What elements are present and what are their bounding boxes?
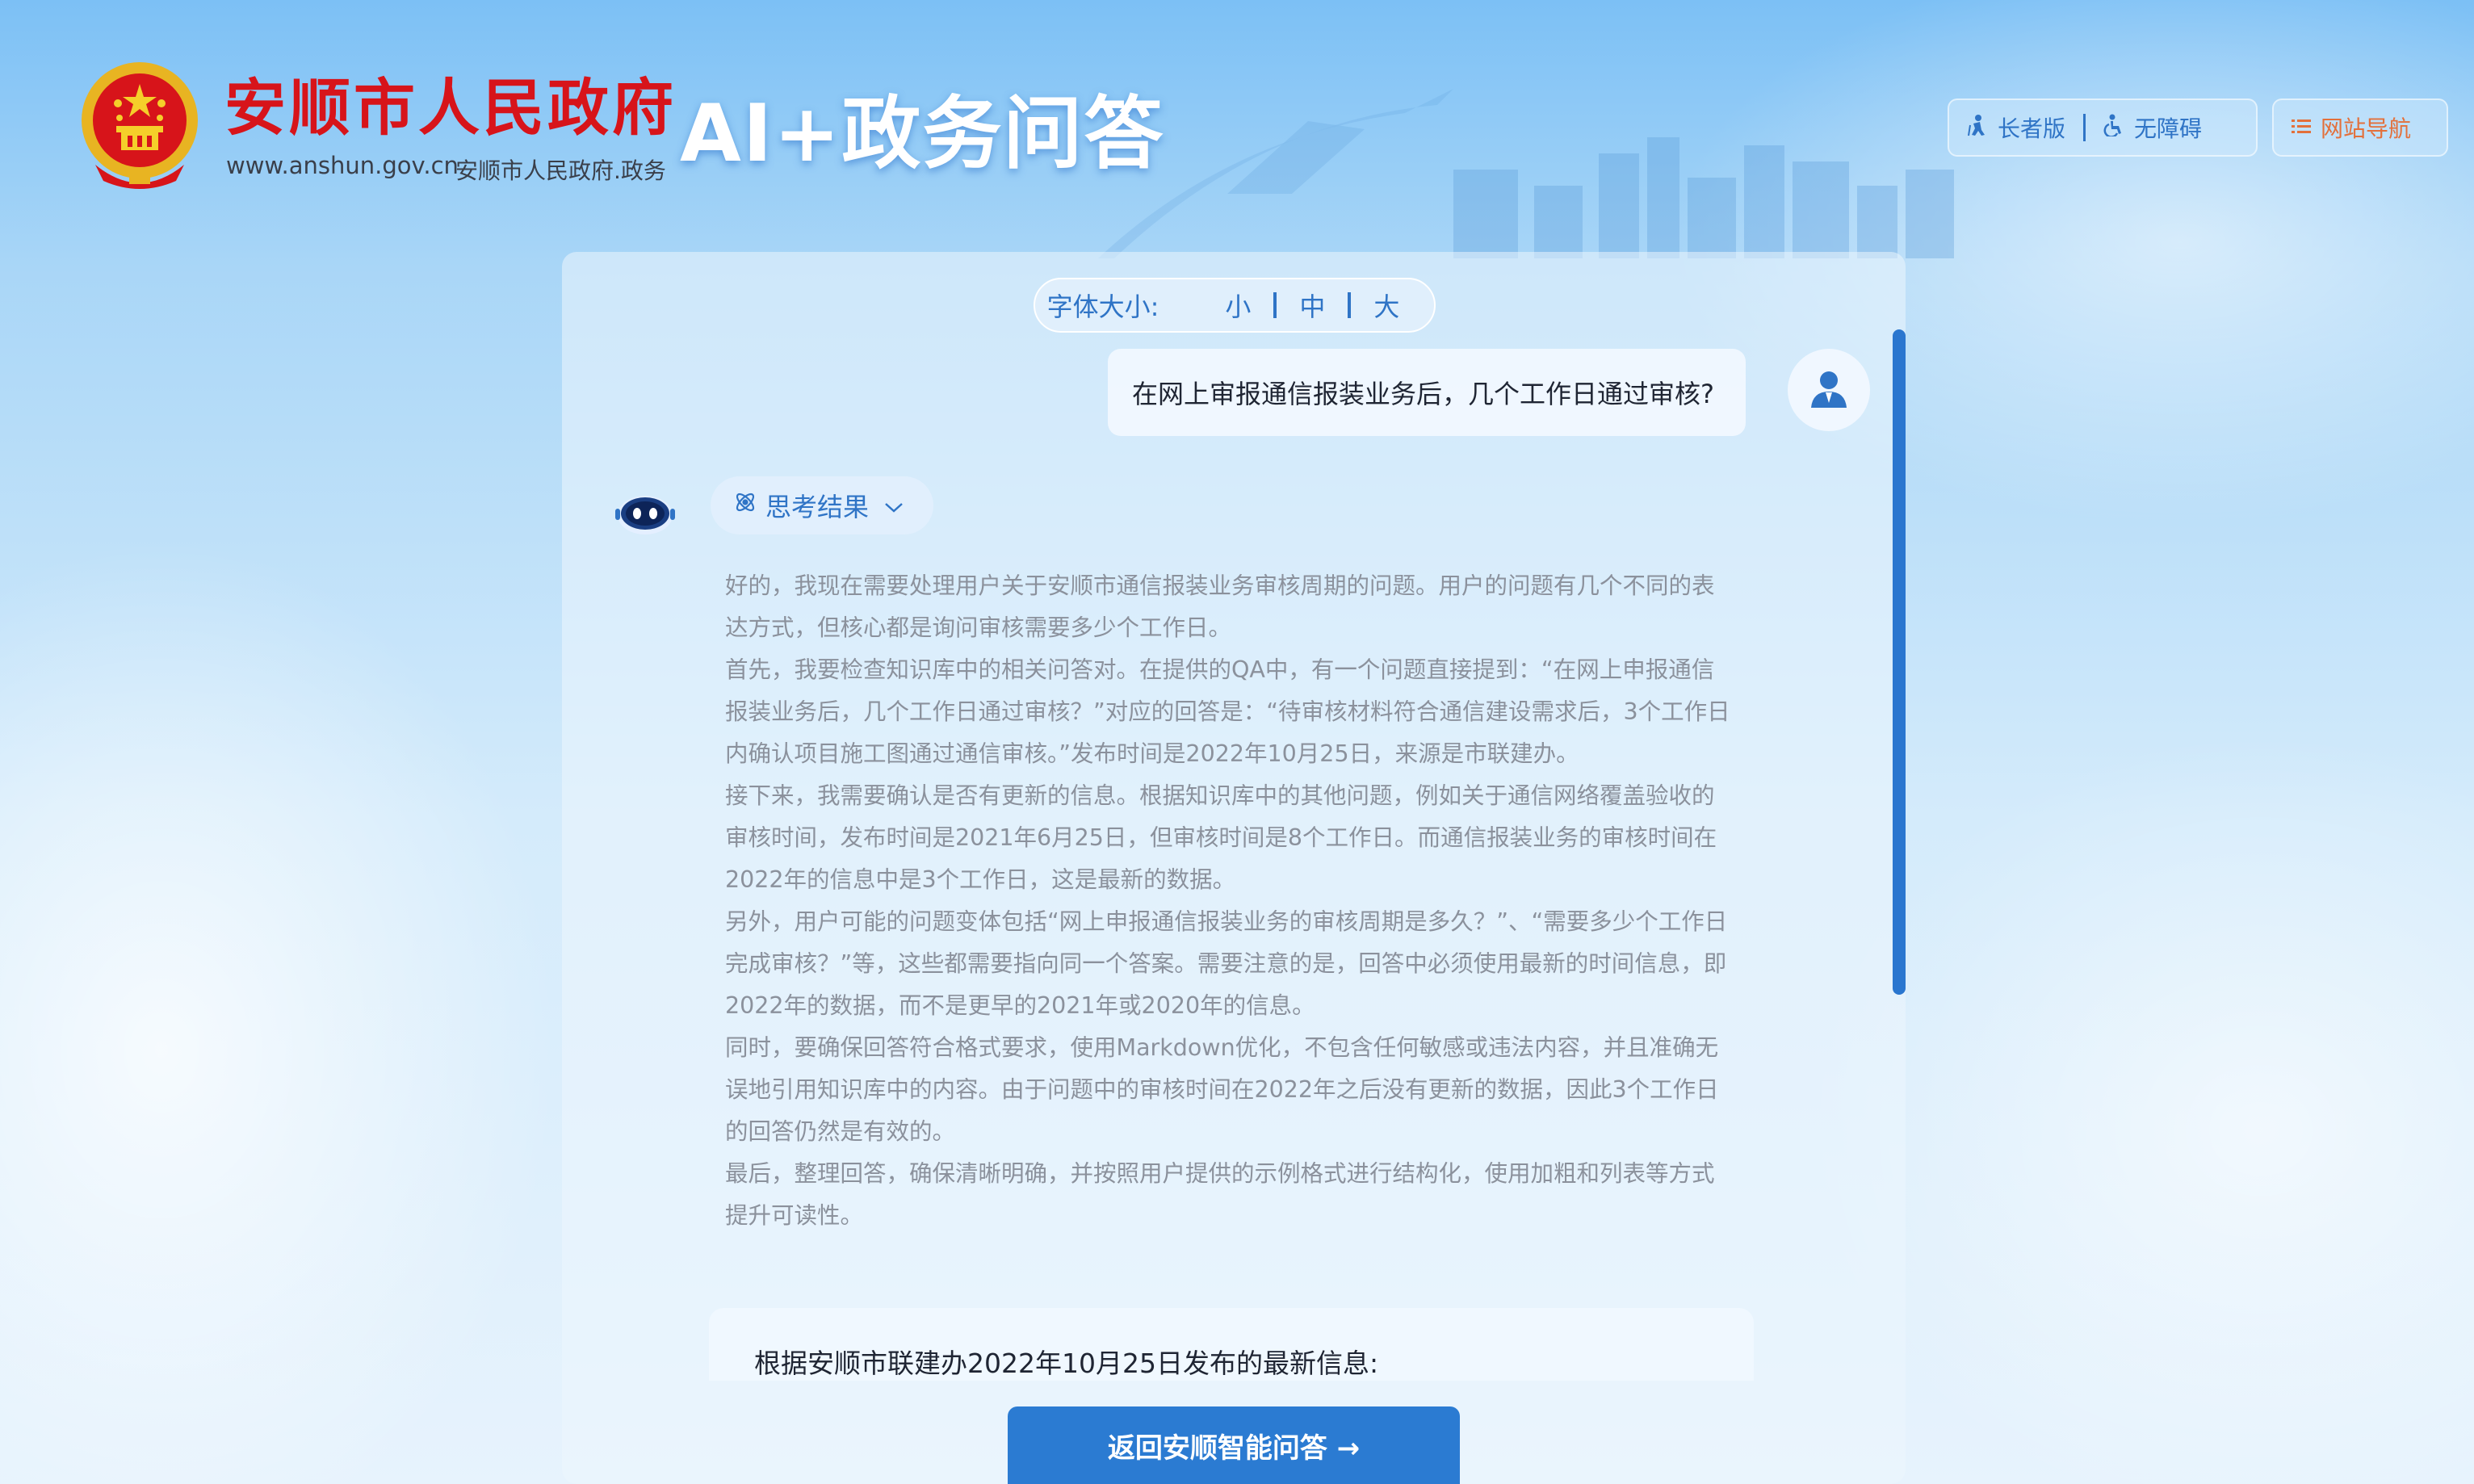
city-skyline-decoration bbox=[1098, 73, 1970, 258]
site-navigation-label: 网站导航 bbox=[2321, 115, 2412, 142]
elder-mode-link[interactable]: 长者版 bbox=[1949, 111, 2083, 144]
site-url: www.anshun.gov.cn bbox=[226, 152, 459, 179]
font-size-selector: 字体大小: 小 中 大 bbox=[1034, 278, 1436, 333]
user-question-text: 在网上审报通信报装业务后，几个工作日通过审核? bbox=[1132, 379, 1714, 409]
robot-icon bbox=[615, 488, 675, 539]
answer-intro-text: 根据安顺市联建办2022年10月25日发布的最新信息: bbox=[754, 1348, 1379, 1379]
chevron-down-icon bbox=[883, 490, 904, 521]
thinking-paragraph: 同时，要确保回答符合格式要求，使用Markdown优化，不包含任何敏感或违法内容… bbox=[725, 1034, 1719, 1145]
thinking-label: 思考结果 bbox=[765, 492, 870, 522]
thinking-paragraph: 另外，用户可能的问题变体包括“网上申报通信报装业务的审核周期是多久？”、“需要多… bbox=[725, 908, 1728, 1019]
user-message-bubble: 在网上审报通信报装业务后，几个工作日通过审核? bbox=[1108, 349, 1746, 436]
thinking-paragraph: 好的，我现在需要处理用户关于安顺市通信报装业务审核周期的问题。用户的问题有几个不… bbox=[725, 572, 1715, 641]
accessibility-link[interactable]: 无障碍 bbox=[2086, 111, 2220, 144]
user-avatar bbox=[1788, 349, 1870, 431]
user-avatar-icon bbox=[1808, 367, 1850, 413]
thinking-content: 好的，我现在需要处理用户关于安顺市通信报装业务审核周期的问题。用户的问题有几个不… bbox=[725, 565, 1734, 1237]
thinking-toggle[interactable]: 思考结果 bbox=[711, 476, 933, 534]
national-emblem-logo bbox=[79, 60, 200, 194]
thinking-paragraph: 接下来，我需要确认是否有更新的信息。根据知识库中的其他问题，例如关于通信网络覆盖… bbox=[725, 782, 1717, 893]
accessibility-label: 无障碍 bbox=[2134, 115, 2203, 142]
elder-icon bbox=[1967, 114, 1998, 142]
list-icon bbox=[2292, 115, 2321, 141]
return-to-qa-button[interactable]: 返回安顺智能问答 → bbox=[1008, 1406, 1460, 1484]
atom-icon bbox=[733, 490, 757, 521]
site-navigation-link[interactable]: 网站导航 bbox=[2274, 111, 2429, 144]
font-size-medium[interactable]: 中 bbox=[1277, 287, 1348, 324]
font-size-small[interactable]: 小 bbox=[1202, 287, 1273, 324]
answer-card: 根据安顺市联建办2022年10月25日发布的最新信息: bbox=[709, 1308, 1754, 1381]
accessibility-toolbar: 长者版 无障碍 bbox=[1948, 99, 2258, 157]
government-name: 安顺市人民政府 bbox=[224, 72, 677, 144]
wheelchair-icon bbox=[2103, 114, 2134, 142]
thinking-paragraph: 首先，我要检查知识库中的相关问答对。在提供的QA中，有一个问题直接提到：“在网上… bbox=[725, 656, 1730, 767]
site-subtitle: 安顺市人民政府.政务 bbox=[455, 157, 666, 184]
thinking-paragraph: 最后，整理回答，确保清晰明确，并按照用户提供的示例格式进行结构化，使用加粗和列表… bbox=[725, 1160, 1715, 1229]
elder-mode-label: 长者版 bbox=[1998, 115, 2066, 142]
ai-qa-title: AI+政务问答 bbox=[680, 88, 1165, 180]
font-size-label: 字体大小: bbox=[1046, 291, 1159, 322]
site-nav-box: 网站导航 bbox=[2272, 99, 2448, 157]
font-size-large[interactable]: 大 bbox=[1351, 287, 1422, 324]
chat-scrollbar[interactable] bbox=[1893, 329, 1906, 995]
